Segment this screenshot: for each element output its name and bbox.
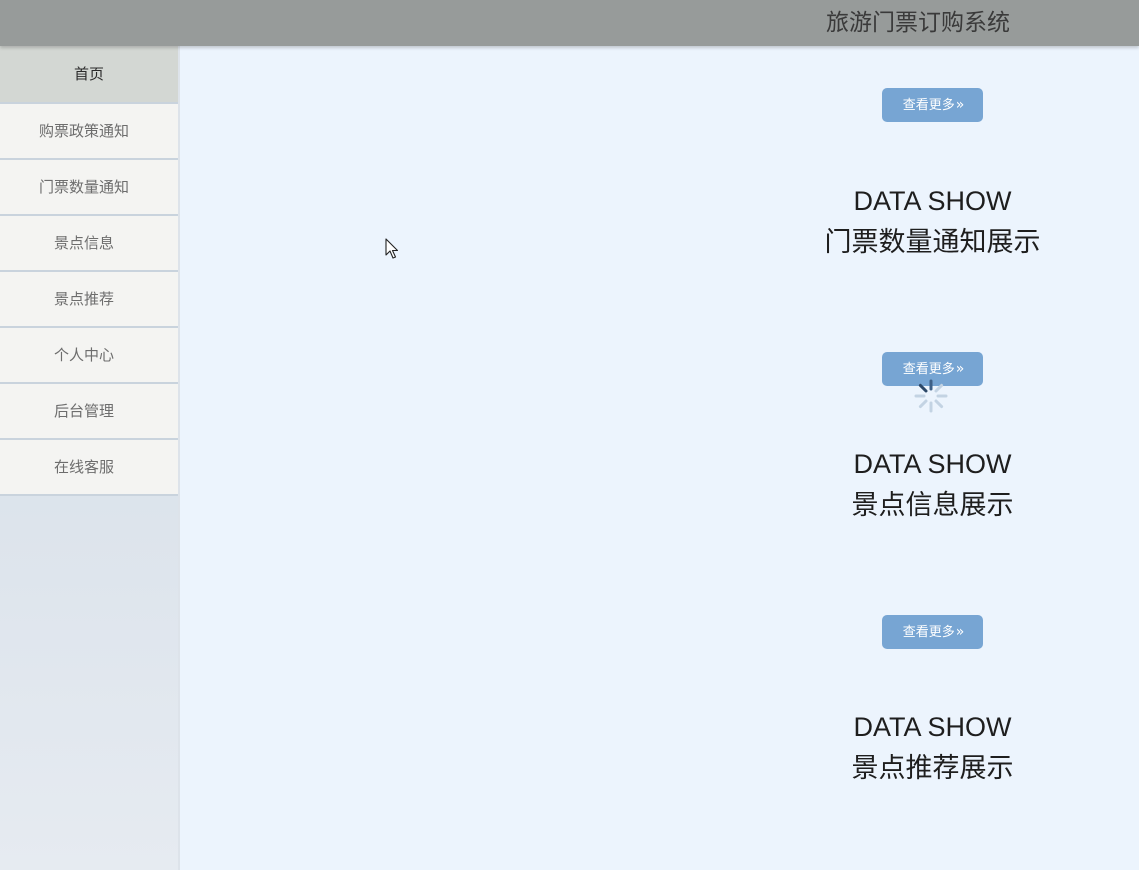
nav-item-home[interactable]: 首页 [0, 46, 178, 104]
nav-item-label: 首页 [73, 65, 104, 83]
nav-list: 首页 购票政策通知 门票数量通知 景点信息 景点推荐 个人中心 后台管理 在线客… [0, 46, 178, 496]
section-title-en: DATA SHOW [853, 449, 1012, 479]
double-chevron-right-icon: » [955, 624, 964, 640]
nav-item-label: 门票数量通知 [38, 178, 129, 196]
nav-item-personal-center[interactable]: 个人中心 [0, 328, 178, 384]
view-more-button[interactable]: 查看更多» [882, 615, 983, 649]
nav-item-label: 景点推荐 [53, 290, 114, 308]
nav-item-label: 后台管理 [53, 402, 114, 420]
view-more-label: 查看更多 [902, 98, 955, 113]
nav-item-label: 购票政策通知 [38, 122, 129, 140]
top-header: 旅游门票订购系统 [0, 0, 1139, 46]
section-title-cn: 景点信息展示 [851, 490, 1014, 520]
main-content: 查看更多» DATA SHOW 门票数量通知展示 查看更多» DATA SHOW… [180, 46, 1139, 870]
section-title-en: DATA SHOW [853, 186, 1012, 216]
nav-item-admin[interactable]: 后台管理 [0, 384, 178, 440]
section-heading: DATA SHOW 景点推荐展示 [780, 707, 1085, 789]
section-title-cn: 门票数量通知展示 [824, 227, 1041, 257]
double-chevron-right-icon: » [955, 97, 964, 113]
nav-item-ticket-policy[interactable]: 购票政策通知 [0, 104, 178, 160]
nav-item-label: 景点信息 [53, 234, 114, 252]
nav-item-recommendations[interactable]: 景点推荐 [0, 272, 178, 328]
section-title-cn: 景点推荐展示 [851, 753, 1014, 783]
mouse-cursor-icon [385, 238, 399, 259]
double-chevron-right-icon: » [955, 361, 964, 377]
section-heading: DATA SHOW 门票数量通知展示 [780, 181, 1085, 263]
section-heading: DATA SHOW 景点信息展示 [780, 444, 1085, 526]
nav-item-label: 在线客服 [53, 458, 114, 476]
nav-item-attractions[interactable]: 景点信息 [0, 216, 178, 272]
sidebar: 首页 购票政策通知 门票数量通知 景点信息 景点推荐 个人中心 后台管理 在线客… [0, 46, 180, 870]
view-more-button[interactable]: 查看更多» [882, 88, 983, 122]
section-title-en: DATA SHOW [853, 712, 1012, 742]
view-more-label: 查看更多 [902, 362, 955, 377]
loading-spinner-icon [914, 379, 948, 413]
nav-item-ticket-quantity[interactable]: 门票数量通知 [0, 160, 178, 216]
nav-item-label: 个人中心 [53, 346, 114, 364]
page: 旅游门票订购系统 首页 购票政策通知 门票数量通知 景点信息 景点推荐 个人中心 [0, 0, 1139, 870]
nav-item-online-service[interactable]: 在线客服 [0, 440, 178, 496]
view-more-label: 查看更多 [902, 625, 955, 640]
site-title: 旅游门票订购系统 [826, 10, 1010, 36]
